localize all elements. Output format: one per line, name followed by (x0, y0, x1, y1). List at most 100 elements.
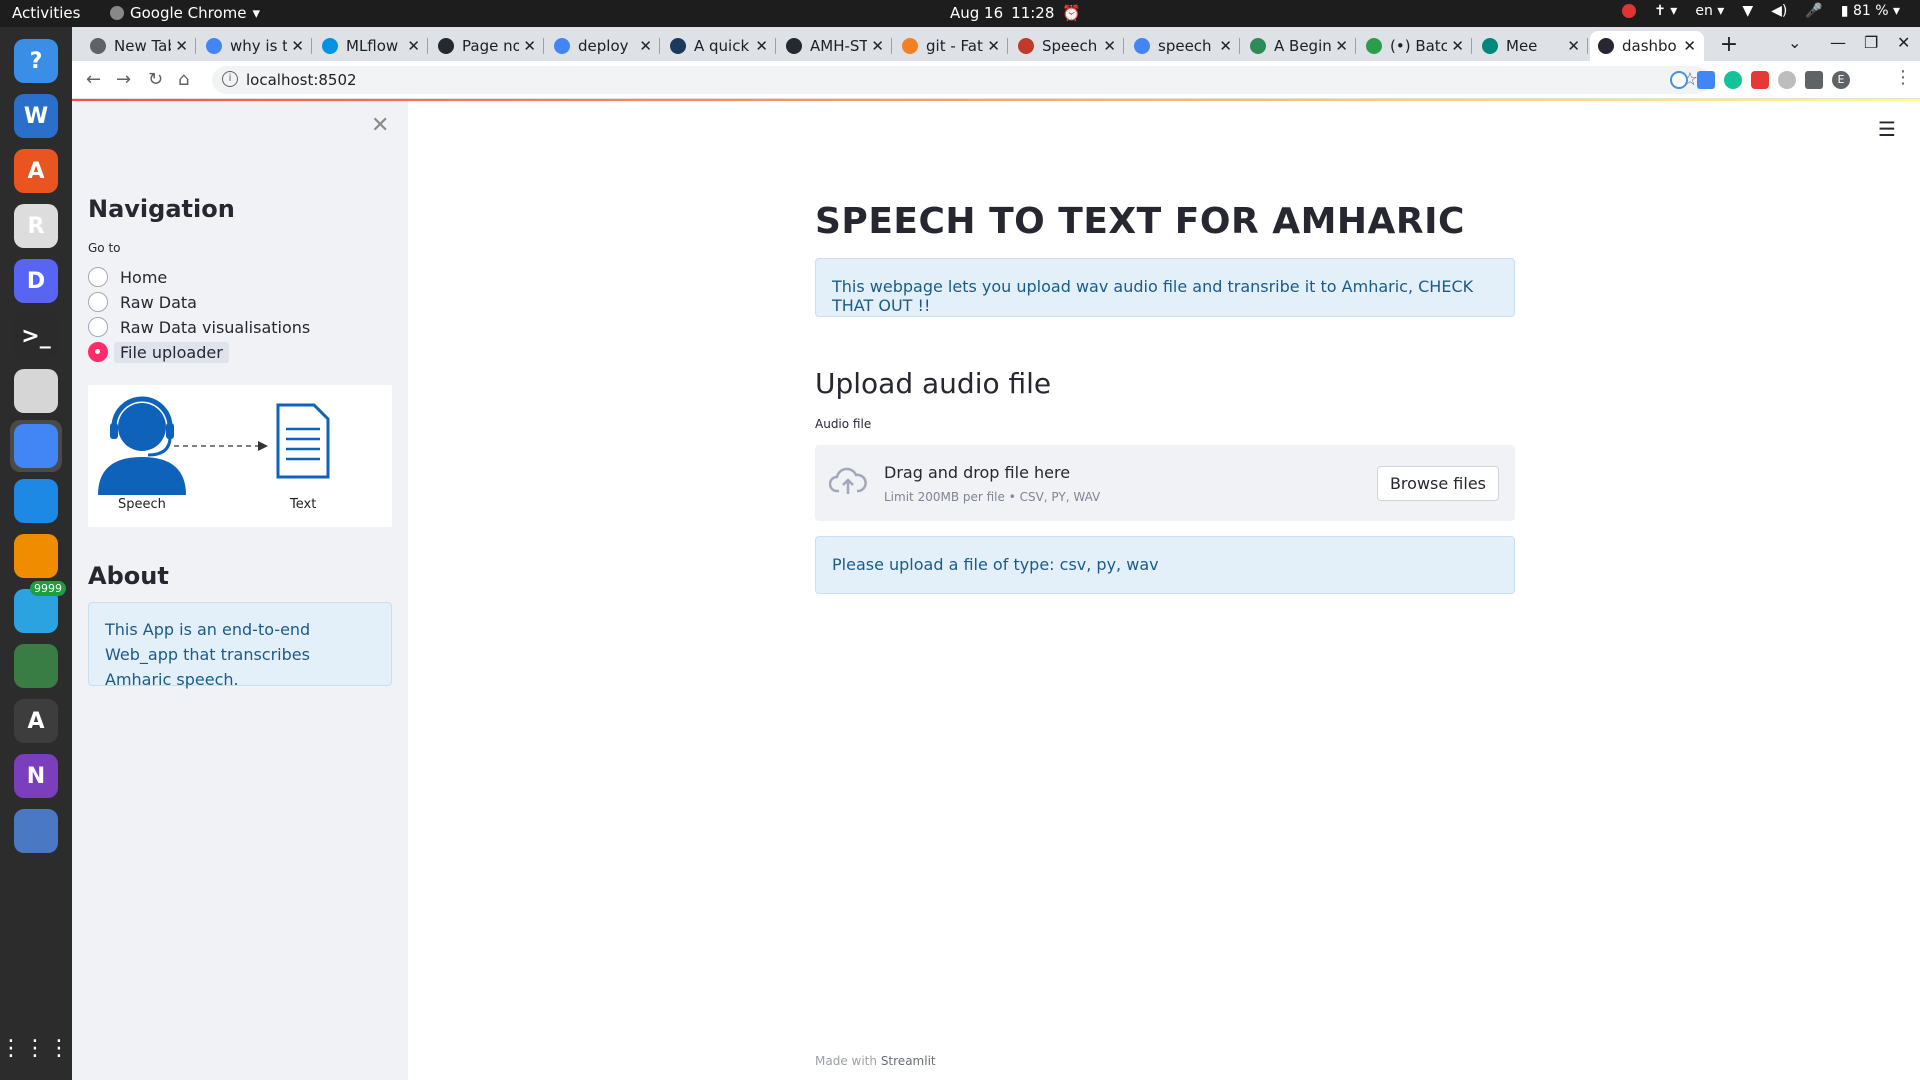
browser-tab[interactable]: A Begin ✕ (1242, 31, 1356, 61)
browser-tab[interactable]: git - Fat ✕ (894, 31, 1008, 61)
tab-close-icon[interactable]: ✕ (639, 37, 652, 55)
tab-close-icon[interactable]: ✕ (1451, 37, 1464, 55)
browser-tab[interactable]: Mee ✕ (1474, 31, 1588, 61)
dock-telegram[interactable]: 9999 (10, 581, 66, 637)
tab-close-icon[interactable]: ✕ (987, 37, 1000, 55)
tab-close-icon[interactable]: ✕ (1567, 37, 1580, 55)
tab-title: A quick (694, 37, 750, 55)
tab-title: AMH-ST (810, 37, 868, 55)
activities-button[interactable]: Activities (12, 4, 80, 22)
tab-close-icon[interactable]: ✕ (1335, 37, 1348, 55)
close-sidebar-icon[interactable]: ✕ (371, 113, 389, 138)
site-info-icon[interactable]: i (222, 71, 238, 87)
accessibility-icon[interactable]: ✝ ▾ (1654, 3, 1677, 19)
tab-close-icon[interactable]: ✕ (407, 37, 420, 55)
profile-avatar[interactable]: E (1832, 71, 1850, 89)
camera-icon (14, 644, 58, 688)
extensions-puzzle-icon[interactable] (1805, 71, 1823, 89)
tab-separator (1587, 38, 1588, 54)
tab-separator (1355, 38, 1356, 54)
address-bar[interactable]: i localhost:8502 ☆ (212, 66, 1710, 94)
browser-tab[interactable]: dashbo ✕ (1590, 31, 1704, 61)
chevron-down-icon: ▾ (252, 4, 261, 22)
browser-tab[interactable]: Speech ✕ (1010, 31, 1124, 61)
tab-close-icon[interactable]: ✕ (1683, 37, 1696, 55)
maximize-icon[interactable]: ❐ (1864, 33, 1878, 52)
back-icon[interactable]: ← (86, 69, 101, 90)
language-indicator[interactable]: en ▾ (1695, 3, 1724, 19)
tab-close-icon[interactable]: ✕ (1219, 37, 1232, 55)
dock-document-viewer[interactable]: R (10, 200, 62, 252)
tab-favicon-icon (670, 38, 686, 54)
radio-button-icon[interactable] (88, 317, 108, 337)
app-menu[interactable]: Google Chrome ▾ (110, 4, 260, 22)
grammarly-extension-icon[interactable] (1724, 71, 1742, 89)
browser-menu-icon[interactable]: ⋮ (1894, 67, 1912, 88)
minimize-icon[interactable]: — (1830, 33, 1846, 52)
home-icon[interactable]: ⌂ (178, 69, 189, 90)
browser-tab[interactable]: MLflow ✕ (314, 31, 428, 61)
show-applications-button[interactable]: ⋮⋮⋮ (0, 1022, 70, 1074)
dock-onenote[interactable]: N (10, 750, 62, 802)
nav-option-file-uploader[interactable]: File uploader (88, 341, 229, 363)
nav-option-raw-data-visualisations[interactable]: Raw Data visualisations (88, 316, 310, 338)
radio-button-icon[interactable] (88, 292, 108, 312)
nav-option-raw-data[interactable]: Raw Data (88, 291, 197, 313)
browser-tab[interactable]: why is t ✕ (198, 31, 312, 61)
tab-close-icon[interactable]: ✕ (755, 37, 768, 55)
browser-tab[interactable]: deploy ✕ (546, 31, 660, 61)
tab-separator (1471, 38, 1472, 54)
dock-camera[interactable] (10, 640, 62, 692)
dock-files[interactable] (10, 365, 62, 417)
drop-instructions: Drag and drop file here (884, 463, 1071, 482)
forward-icon[interactable]: → (116, 69, 131, 90)
tab-separator (543, 38, 544, 54)
tab-close-icon[interactable]: ✕ (291, 37, 304, 55)
radio-button-icon[interactable] (88, 267, 108, 287)
dock-chrome[interactable] (10, 420, 62, 472)
tab-close-icon[interactable]: ✕ (1103, 37, 1116, 55)
reload-icon[interactable]: ↻ (148, 69, 163, 90)
streamlit-link[interactable]: Streamlit (881, 1054, 936, 1068)
hamburger-menu-icon[interactable]: ☰ (1878, 117, 1896, 141)
browser-tab[interactable]: AMH-ST ✕ (778, 31, 892, 61)
tab-favicon-icon (1018, 38, 1034, 54)
tab-title: dashbo (1622, 37, 1677, 55)
close-window-icon[interactable]: ✕ (1897, 33, 1910, 52)
dock-help[interactable]: ? (10, 35, 62, 87)
browser-tab[interactable]: New Tab ✕ (82, 31, 196, 61)
dock-drive[interactable] (10, 805, 62, 857)
new-tab-button[interactable]: + (1714, 31, 1744, 57)
tab-favicon-icon (322, 38, 338, 54)
browse-files-button[interactable]: Browse files (1376, 466, 1499, 501)
dock-discord[interactable]: D (10, 255, 62, 307)
browser-tab[interactable]: A quick ✕ (662, 31, 776, 61)
cloud-extension-icon[interactable] (1778, 71, 1796, 89)
dock-vlc[interactable] (10, 530, 62, 582)
browser-tab[interactable]: (•) Batc ✕ (1358, 31, 1472, 61)
tab-favicon-icon (1366, 38, 1382, 54)
tab-favicon-icon (1134, 38, 1150, 54)
extension-icon[interactable] (1670, 71, 1688, 89)
tab-close-icon[interactable]: ✕ (871, 37, 884, 55)
dock-terminal[interactable]: >_ (10, 310, 62, 362)
tab-close-icon[interactable]: ✕ (523, 37, 536, 55)
clock-time: 11:28 (1011, 4, 1055, 22)
file-dropzone[interactable]: Drag and drop file here Limit 200MB per … (815, 445, 1515, 521)
tab-search-icon[interactable]: ⌄ (1788, 33, 1801, 52)
browser-tab[interactable]: Page no ✕ (430, 31, 544, 61)
dock-ubuntu-software[interactable]: A (10, 145, 62, 197)
radio-button-icon[interactable] (88, 342, 108, 362)
nav-option-label: Raw Data (120, 292, 197, 312)
translate-extension-icon[interactable] (1697, 71, 1715, 89)
tab-close-icon[interactable]: ✕ (175, 37, 188, 55)
clock[interactable]: Aug 16 11:28 ⏰ (950, 4, 1081, 22)
dock-software-updater[interactable]: A (10, 695, 62, 747)
nav-option-home[interactable]: Home (88, 266, 167, 288)
browser-tab[interactable]: speech ✕ (1126, 31, 1240, 61)
system-tray[interactable]: ✝ ▾ en ▾ ▼ ◀) 🎤 ▮ 81 % ▾ (1622, 3, 1900, 19)
dock-libreoffice-writer[interactable]: W (10, 90, 62, 142)
dock-vscode[interactable] (10, 475, 62, 527)
extension-red-icon[interactable] (1751, 71, 1769, 89)
cloud-upload-icon (829, 467, 867, 494)
